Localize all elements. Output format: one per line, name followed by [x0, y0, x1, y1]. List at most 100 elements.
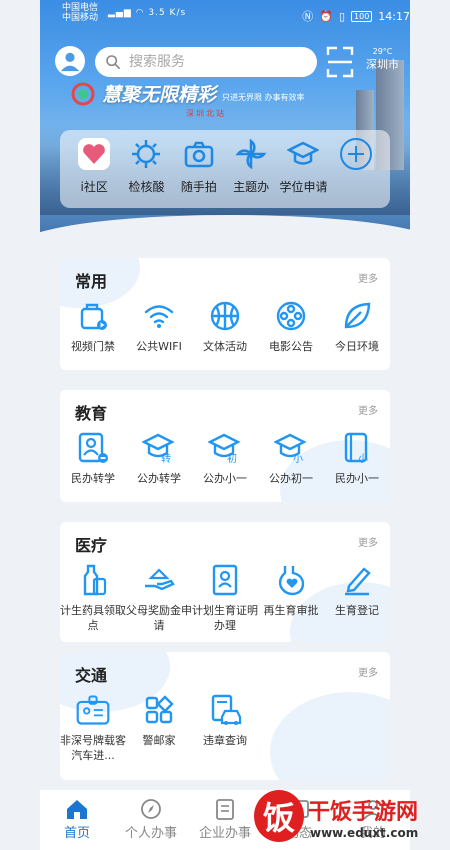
quick-item-theme[interactable]: 主题办 [225, 136, 277, 208]
banner-logo-icon [71, 82, 95, 106]
nfc-icon: Ⓝ [302, 10, 314, 23]
cap-first-icon: 初 [207, 430, 243, 466]
section-traffic: 交通 更多 非深号牌载客汽车进... 警邮家 违章查询 [60, 652, 390, 780]
scan-button[interactable] [325, 45, 355, 79]
status-right: Ⓝ ⏰ ▯ 100 14:17 [302, 8, 410, 24]
service-parent-reward[interactable]: 父母奖励金申请 [126, 562, 192, 633]
hero-banner[interactable] [40, 0, 410, 245]
search-input[interactable] [129, 54, 299, 70]
carrier-1: 中国电信 [62, 3, 99, 13]
service-wifi[interactable]: 公共WIFI [126, 298, 192, 354]
service-violation-query[interactable]: 违章查询 [192, 692, 258, 763]
pregnancy-heart-icon [273, 562, 309, 598]
section-title: 医疗 [75, 536, 108, 555]
section-medical: 医疗 更多 计生药具领取点 父母奖励金申请 计划生育证明办理 再生育审批 生育登… [60, 522, 390, 642]
more-link[interactable]: 更多 [358, 534, 378, 549]
service-public-junior[interactable]: 小 公办初一 [258, 430, 324, 486]
svg-text:转: 转 [161, 452, 171, 465]
basketball-icon [207, 298, 243, 334]
section-education: 教育 更多 民办转学 转 公办转学 初 公办小一 小 公办初一 小 民办小一 [60, 390, 390, 502]
quick-item-label: 主题办 [233, 180, 270, 194]
tab-personal[interactable]: 个人办事 [114, 798, 188, 850]
quick-item-snapshot[interactable]: 随手拍 [173, 136, 225, 208]
certificate-icon [207, 562, 243, 598]
more-link[interactable]: 更多 [358, 664, 378, 679]
service-label: 公办转学 [137, 472, 181, 485]
service-video-door[interactable]: 视频门禁 [60, 298, 126, 354]
service-private-transfer[interactable]: 民办转学 [60, 430, 126, 486]
service-label: 今日环境 [335, 340, 379, 353]
service-private-primary[interactable]: 小 民办小一 [324, 430, 390, 486]
virus-icon [128, 136, 164, 172]
weather-widget[interactable]: 29°C 深圳市 [366, 47, 399, 72]
carrier-info: 中国电信 中国移动 [62, 3, 98, 23]
service-re-birth-approval[interactable]: 再生育审批 [258, 562, 324, 633]
service-police-post[interactable]: 警邮家 [126, 692, 192, 763]
service-label: 生育登记 [335, 604, 379, 617]
hand-money-icon [141, 562, 177, 598]
service-label: 公办初一 [269, 472, 313, 485]
temperature: 29°C [372, 47, 393, 56]
service-non-sz-plate[interactable]: 非深号牌载客汽车进... [60, 692, 126, 763]
service-birth-registration[interactable]: 生育登记 [324, 562, 390, 633]
scan-icon [326, 46, 354, 78]
service-environment[interactable]: 今日环境 [324, 298, 390, 354]
pinwheel-icon [233, 136, 269, 172]
avatar[interactable] [55, 46, 85, 76]
quick-item-label: 检核酸 [128, 180, 165, 194]
film-reel-icon [273, 298, 309, 334]
section-title: 常用 [75, 272, 108, 291]
camera-icon [181, 136, 217, 172]
more-link[interactable]: 更多 [358, 270, 378, 285]
service-public-primary[interactable]: 初 公办小一 [192, 430, 258, 486]
signal-speed: ▂▄▆ ◠ 3.5 K/s [108, 8, 186, 18]
compass-icon [141, 799, 161, 819]
user-avatar-icon [60, 52, 80, 72]
service-movie[interactable]: 电影公告 [258, 298, 324, 354]
service-label: 文体活动 [203, 340, 247, 353]
svg-text:初: 初 [227, 452, 237, 465]
section-common: 常用 更多 视频门禁 公共WIFI 文体活动 电影公告 今日环境 [60, 258, 390, 370]
service-family-planning-cert[interactable]: 计划生育证明办理 [192, 562, 258, 633]
wifi-status-icon: ◠ [135, 8, 145, 18]
more-link[interactable]: 更多 [358, 402, 378, 417]
service-label: 民办转学 [71, 472, 115, 485]
service-label: 公办小一 [203, 472, 247, 485]
quick-services-card: i社区 检核酸 随手拍 主题办 学位申请 [60, 130, 390, 208]
city-name: 深圳市 [366, 58, 399, 71]
home-icon [67, 800, 87, 819]
book-small-icon: 小 [339, 430, 375, 466]
service-sports[interactable]: 文体活动 [192, 298, 258, 354]
heart-community-icon [76, 136, 112, 172]
service-label: 电影公告 [269, 340, 313, 353]
signal-icon: ▂▄▆ [108, 8, 132, 18]
service-label: 父母奖励金申请 [126, 604, 192, 632]
section-title: 教育 [75, 404, 108, 423]
quick-item-nucleic-test[interactable]: 检核酸 [120, 136, 172, 208]
watermark-url: www.eduxt.com [310, 826, 419, 840]
watermark-logo: 饭 [254, 790, 304, 842]
tab-home[interactable]: 首页 [40, 798, 114, 850]
service-label: 公共WIFI [136, 340, 182, 353]
plus-icon [338, 136, 374, 172]
hero-wave [40, 215, 410, 245]
graduation-cap-icon [285, 136, 321, 172]
quick-item-add[interactable] [330, 136, 382, 208]
quick-item-degree-apply[interactable]: 学位申请 [277, 136, 329, 208]
net-speed: 3.5 K/s [148, 8, 187, 18]
service-label: 计划生育证明办理 [192, 604, 258, 632]
service-label: 再生育审批 [263, 604, 319, 617]
service-contraceptive[interactable]: 计生药具领取点 [60, 562, 126, 633]
car-violation-icon [207, 692, 243, 728]
section-title: 交通 [75, 666, 108, 685]
banner-title: 慧聚无限精彩 [102, 84, 217, 106]
quick-item-community[interactable]: i社区 [68, 136, 120, 208]
search-bar[interactable] [95, 47, 317, 77]
quick-item-label: i社区 [80, 180, 108, 194]
grid-apps-icon [141, 692, 177, 728]
service-label: 视频门禁 [71, 340, 115, 353]
id-badge-icon [75, 692, 111, 728]
tab-label: 企业办事 [198, 826, 251, 841]
service-public-transfer[interactable]: 转 公办转学 [126, 430, 192, 486]
leaf-icon [339, 298, 375, 334]
